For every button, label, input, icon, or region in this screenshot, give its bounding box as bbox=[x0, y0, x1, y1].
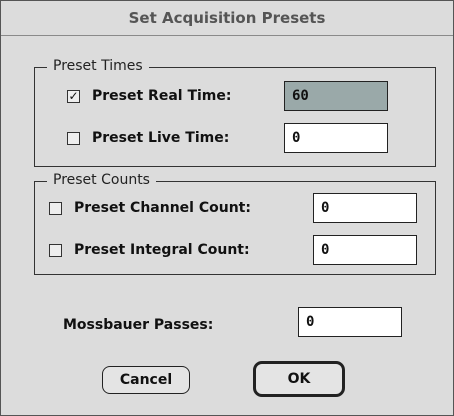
preset-channel-count-checkbox[interactable] bbox=[49, 201, 62, 215]
preset-integral-count-field[interactable]: 0 bbox=[313, 235, 417, 265]
preset-real-time-label[interactable]: Preset Real Time: bbox=[92, 88, 231, 104]
preset-times-legend: Preset Times bbox=[47, 58, 149, 74]
preset-real-time-field[interactable]: 60 bbox=[284, 81, 388, 111]
preset-integral-count-row: Preset Integral Count: bbox=[49, 239, 250, 261]
preset-real-time-row: ✓ Preset Real Time: bbox=[67, 85, 231, 107]
mossbauer-passes-label: Mossbauer Passes: bbox=[63, 317, 214, 333]
preset-live-time-label[interactable]: Preset Live Time: bbox=[92, 130, 229, 146]
mossbauer-passes-field[interactable]: 0 bbox=[298, 307, 402, 337]
preset-live-time-row: Preset Live Time: bbox=[67, 127, 229, 149]
mossbauer-row: Mossbauer Passes: bbox=[63, 314, 213, 336]
preset-live-time-field[interactable]: 0 bbox=[284, 123, 388, 153]
cancel-button[interactable]: Cancel bbox=[102, 366, 190, 394]
preset-channel-count-field[interactable]: 0 bbox=[313, 193, 417, 223]
preset-channel-count-label[interactable]: Preset Channel Count: bbox=[74, 200, 251, 216]
dialog-title: Set Acquisition Presets bbox=[1, 1, 453, 36]
preset-live-time-checkbox[interactable] bbox=[67, 131, 80, 145]
preset-real-time-checkbox[interactable]: ✓ bbox=[67, 89, 80, 103]
preset-integral-count-label[interactable]: Preset Integral Count: bbox=[74, 242, 250, 258]
preset-channel-count-row: Preset Channel Count: bbox=[49, 197, 251, 219]
ok-button[interactable]: OK bbox=[253, 361, 345, 397]
checkmark-icon: ✓ bbox=[68, 89, 79, 103]
preset-counts-legend: Preset Counts bbox=[47, 172, 156, 188]
preset-integral-count-checkbox[interactable] bbox=[49, 243, 62, 257]
dialog-window: Set Acquisition Presets Preset Times ✓ P… bbox=[0, 0, 454, 416]
